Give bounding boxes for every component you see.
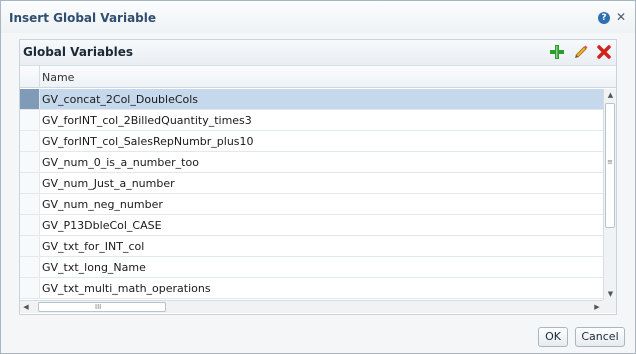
variable-name-cell[interactable]: GV_concat_2Col_DoubleCols (42, 93, 198, 106)
grip-icon: III (95, 303, 102, 311)
variable-name-cell[interactable]: GV_forINT_col_SalesRepNumbr_plus10 (42, 135, 254, 148)
variable-name-cell[interactable]: GV_num_Just_a_number (42, 177, 175, 190)
grip-icon: ≡ (607, 158, 613, 166)
variable-name-cell[interactable]: GV_P13DbleCol_CASE (42, 219, 162, 232)
table-row[interactable]: GV_txt_long_Name (20, 257, 603, 278)
row-selector[interactable] (20, 257, 40, 277)
row-header-corner (20, 66, 40, 88)
horizontal-scrollbar[interactable]: ◀ III ▶ (20, 300, 603, 313)
row-selector[interactable] (20, 110, 40, 130)
scroll-up-arrow-icon[interactable]: ▲ (604, 89, 616, 101)
scroll-left-arrow-icon[interactable]: ◀ (20, 301, 32, 313)
close-icon[interactable]: ✕ (615, 10, 627, 24)
row-selector[interactable] (20, 152, 40, 172)
vertical-scrollbar[interactable]: ▲ ≡ ▼ (603, 89, 616, 300)
help-icon[interactable]: ? (598, 12, 610, 24)
table-row[interactable]: GV_P13DbleCol_CASE (20, 215, 603, 236)
row-selector[interactable] (20, 278, 40, 298)
table-row[interactable]: GV_forINT_col_2BilledQuantity_times3 (20, 110, 603, 131)
variable-name-cell[interactable]: GV_txt_long_Name (42, 261, 146, 274)
variables-table: Name GV_concat_2Col_DoubleCols GV_forINT… (20, 66, 616, 314)
row-selector[interactable] (20, 131, 40, 151)
variable-name-cell[interactable]: GV_num_neg_number (42, 198, 163, 211)
scrollbar-corner (603, 300, 616, 313)
panel-header: Global Variables (20, 40, 616, 66)
row-selector[interactable] (20, 194, 40, 214)
row-selector[interactable] (20, 173, 40, 193)
table-row[interactable]: GV_forINT_col_SalesRepNumbr_plus10 (20, 131, 603, 152)
insert-global-variable-dialog: Insert Global Variable ? ✕ Global Variab… (0, 0, 636, 354)
row-selector[interactable] (20, 215, 40, 235)
variable-name-cell[interactable]: GV_forINT_col_2BilledQuantity_times3 (42, 114, 252, 127)
variable-name-cell[interactable]: GV_num_0_is_a_number_too (42, 156, 199, 169)
plus-icon[interactable] (549, 44, 565, 60)
cancel-button[interactable]: Cancel (575, 327, 625, 347)
panel-title: Global Variables (23, 45, 134, 59)
table-row[interactable]: GV_concat_2Col_DoubleCols (20, 89, 603, 110)
x-icon[interactable] (596, 44, 612, 60)
pencil-icon[interactable] (573, 44, 589, 60)
row-selector[interactable] (20, 89, 40, 109)
row-selector[interactable] (20, 236, 40, 256)
ok-button[interactable]: OK (538, 327, 568, 347)
table-row[interactable]: GV_num_Just_a_number (20, 173, 603, 194)
horizontal-scroll-thumb[interactable]: III (38, 302, 166, 312)
dialog-title: Insert Global Variable (9, 11, 157, 25)
scroll-down-arrow-icon[interactable]: ▼ (604, 288, 616, 300)
column-header-name[interactable]: Name (42, 71, 74, 84)
variable-name-cell[interactable]: GV_txt_multi_math_operations (42, 282, 211, 295)
dialog-titlebar: Insert Global Variable ? ✕ (1, 1, 635, 33)
scroll-right-arrow-icon[interactable]: ▶ (591, 301, 603, 313)
global-variables-panel: Global Variables Name GV_concat_2Col_Dou… (19, 39, 617, 315)
table-row[interactable]: GV_txt_for_INT_col (20, 236, 603, 257)
variable-name-cell[interactable]: GV_txt_for_INT_col (42, 240, 144, 253)
table-row[interactable]: GV_num_neg_number (20, 194, 603, 215)
table-row[interactable]: GV_txt_multi_math_operations (20, 278, 603, 299)
table-row[interactable]: GV_num_0_is_a_number_too (20, 152, 603, 173)
vertical-scroll-thumb[interactable]: ≡ (605, 103, 615, 228)
table-body: GV_concat_2Col_DoubleCols GV_forINT_col_… (20, 89, 603, 300)
table-header: Name (20, 66, 616, 88)
